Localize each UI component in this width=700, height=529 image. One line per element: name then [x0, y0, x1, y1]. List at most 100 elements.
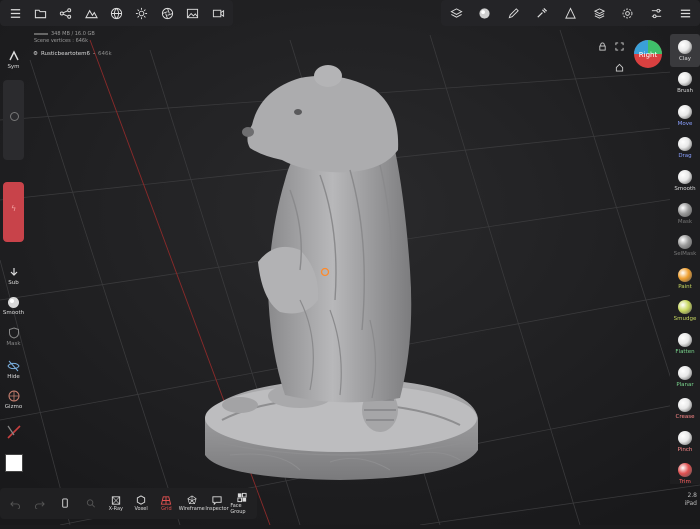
- wireframe-icon: [186, 495, 198, 506]
- hide-eye-icon: [6, 358, 22, 374]
- globe-icon[interactable]: [106, 2, 128, 24]
- mask-shield-icon: [6, 325, 22, 341]
- tool-selmask[interactable]: SelMask: [670, 230, 700, 263]
- tool-drag[interactable]: Drag: [670, 132, 700, 165]
- bottom-xray-button[interactable]: X-Ray: [104, 495, 128, 512]
- tool-label: Trim: [679, 479, 691, 486]
- sub-label: Sub: [8, 280, 19, 286]
- tool-label: Pinch: [677, 446, 693, 453]
- fullscreen-icon[interactable]: [615, 36, 624, 55]
- hamburger-icon[interactable]: [674, 2, 696, 24]
- home-icon[interactable]: [615, 57, 624, 76]
- version-info: 2.8 iPad: [675, 492, 697, 508]
- scene-info: 348 MB / 16.0 GB Scene vertices : 646k: [34, 31, 95, 44]
- tool-clay[interactable]: Clay: [670, 34, 700, 67]
- sun-icon[interactable]: [131, 2, 153, 24]
- undo-icon: [9, 498, 21, 509]
- tool-pinch[interactable]: Pinch: [670, 425, 700, 458]
- scene-vertices: Scene vertices : 646k: [34, 37, 89, 44]
- tool-label: Drag: [678, 153, 692, 160]
- gizmo-tool-icon: [6, 388, 22, 404]
- smooth-brush-icon: [678, 169, 692, 184]
- cone-icon[interactable]: [560, 2, 582, 24]
- tool-smooth[interactable]: Smooth: [670, 164, 700, 197]
- orientation-gizmo[interactable]: Right: [633, 39, 663, 69]
- bottom-search-button[interactable]: [79, 498, 103, 509]
- symmetry-label: Sym: [7, 64, 20, 70]
- mountains-icon[interactable]: [80, 2, 102, 24]
- tool-planar[interactable]: Planar: [670, 360, 700, 393]
- bottom-inspector-button[interactable]: Inspector: [205, 495, 229, 512]
- device-label: iPad: [684, 500, 697, 507]
- lock-icon[interactable]: [598, 36, 607, 55]
- sliders-icon[interactable]: [645, 2, 667, 24]
- bottom-redo-button[interactable]: [28, 498, 52, 509]
- redo-icon: [34, 498, 46, 509]
- tool-trim[interactable]: Trim: [670, 458, 700, 491]
- bottom-wireframe-button[interactable]: Wireframe: [178, 495, 205, 512]
- tool-flatten[interactable]: Flatten: [670, 327, 700, 360]
- eyedropper-icon[interactable]: [531, 2, 553, 24]
- lightning-icon: ϟ: [11, 204, 17, 213]
- inspector-icon: [211, 495, 223, 506]
- bottom-phone-button[interactable]: [53, 498, 77, 509]
- radius-slider[interactable]: [3, 80, 24, 160]
- scene-object-row[interactable]: ⚙ Rusticbeartotem6 - 646k: [33, 51, 112, 57]
- tool-smudge[interactable]: Smudge: [670, 295, 700, 328]
- smudge-brush-icon: [678, 300, 692, 315]
- flatten-brush-icon: [678, 332, 692, 347]
- mask-button[interactable]: Mask: [0, 325, 27, 347]
- smooth-button[interactable]: Smooth: [0, 294, 27, 316]
- image-icon[interactable]: [182, 2, 204, 24]
- tool-brush[interactable]: Brush: [670, 67, 700, 100]
- tool-move[interactable]: Move: [670, 99, 700, 132]
- stack-icon[interactable]: [588, 2, 610, 24]
- gear-icon[interactable]: [617, 2, 639, 24]
- settings-icon[interactable]: ⚙: [33, 51, 38, 57]
- bottom-item-label: Inspector: [205, 506, 229, 512]
- bottom-item-label: Wireframe: [178, 506, 205, 512]
- bottom-undo-button[interactable]: [3, 498, 27, 509]
- material-sphere-icon[interactable]: [474, 2, 496, 24]
- menu-icon[interactable]: [4, 2, 26, 24]
- mask-label: Mask: [6, 341, 21, 347]
- layers-stack-icon[interactable]: [445, 2, 467, 24]
- bottom-toolbar: X-Ray Voxel Grid Wireframe Inspector Face Gro…: [0, 488, 257, 519]
- sub-button[interactable]: Sub: [0, 264, 27, 286]
- hide-label: Hide: [7, 374, 20, 380]
- symmetry-icon: [6, 48, 22, 64]
- bottom-voxel-button[interactable]: Voxel: [129, 495, 153, 512]
- memory-bar: [34, 32, 48, 35]
- tool-crease[interactable]: Crease: [670, 393, 700, 426]
- symmetry-toggle[interactable]: Sym: [0, 48, 27, 70]
- bottom-face-group-button[interactable]: Face Group: [230, 492, 254, 515]
- tool-label: SelMask: [673, 251, 697, 258]
- tool-paint[interactable]: Paint: [670, 262, 700, 295]
- hide-button[interactable]: Hide: [0, 358, 27, 380]
- pen-icon[interactable]: [502, 2, 524, 24]
- bottom-item-label: Voxel: [134, 506, 148, 512]
- tool-label: Smooth: [674, 185, 696, 192]
- selmask-brush-icon: [678, 235, 692, 250]
- folder-icon[interactable]: [29, 2, 51, 24]
- smooth-label: Smooth: [2, 310, 25, 316]
- tool-label: Crease: [675, 414, 695, 421]
- pinch-brush-icon: [678, 430, 692, 445]
- planar-brush-icon: [678, 365, 692, 380]
- stroke-toggle[interactable]: [0, 422, 27, 442]
- radius-icon: [10, 112, 19, 121]
- bottom-grid-button[interactable]: Grid: [154, 495, 178, 512]
- face-group-icon: [236, 492, 248, 503]
- color-swatch[interactable]: [0, 454, 27, 472]
- camera-shutter-icon[interactable]: [156, 2, 178, 24]
- gizmo-button[interactable]: Gizmo: [0, 388, 27, 410]
- bottom-item-label: Face Group: [230, 503, 246, 515]
- stroke-disabled-icon: [4, 422, 24, 442]
- gizmo-label: Right: [639, 51, 658, 59]
- scene-graph-icon[interactable]: [55, 2, 77, 24]
- 3d-viewport[interactable]: [0, 0, 700, 526]
- intensity-slider[interactable]: ϟ: [3, 182, 24, 242]
- video-icon[interactable]: [207, 2, 229, 24]
- color-swatch-box: [4, 454, 23, 472]
- tool-mask[interactable]: Mask: [670, 197, 700, 230]
